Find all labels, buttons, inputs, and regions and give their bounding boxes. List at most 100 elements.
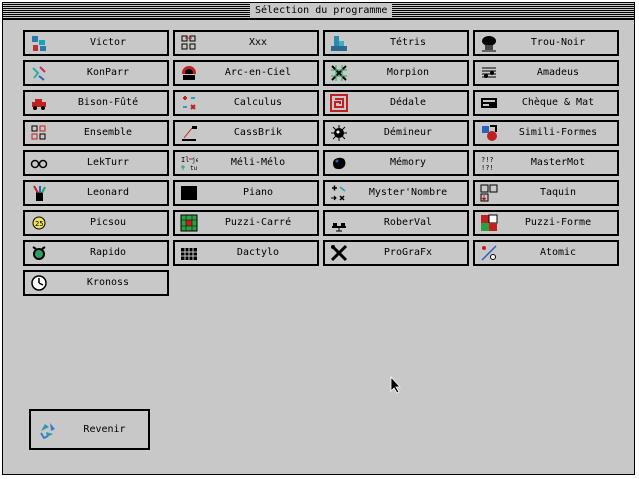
trou-noir-icon (482, 36, 496, 52)
program-button-memory[interactable]: Mémory (323, 150, 469, 176)
rapido-icon (32, 246, 46, 260)
program-label: Picsou (89, 217, 127, 228)
program-button-simili-formes[interactable]: Simili-Formes (473, 120, 619, 146)
program-button-konparr[interactable]: KonParr (23, 60, 169, 86)
lekturr-icon (30, 159, 48, 169)
program-button-piano[interactable]: Piano (173, 180, 319, 206)
program-label: RoberVal (383, 217, 433, 228)
program-label: Arc-en-Ciel (224, 67, 292, 78)
program-button-picsou[interactable]: 25 Picsou (23, 210, 169, 236)
program-button-taquin[interactable]: Taquin (473, 180, 619, 206)
xxx-icon (181, 35, 196, 50)
program-label: ProGraFx (383, 247, 433, 258)
program-button-tetris[interactable]: Tétris (323, 30, 469, 56)
svg-text:tu: tu (190, 165, 198, 172)
calculus-icon (183, 96, 196, 110)
program-label: Xxx (248, 37, 268, 48)
program-button-meli-melo[interactable]: Il je tu Méli-Mélo (173, 150, 319, 176)
program-button-lekturr[interactable]: LekTurr (23, 150, 169, 176)
program-button-bison-fute[interactable]: Bison-Fûté (23, 90, 169, 116)
program-label: Puzzi-Forme (524, 217, 592, 228)
meli-melo-icon: Il jetu (181, 156, 198, 172)
program-label: Piano (242, 187, 274, 198)
victor-icon (32, 36, 46, 51)
svg-text:je: je (192, 157, 198, 164)
program-label: Tétris (389, 37, 427, 48)
program-label: MasterMot (530, 157, 586, 168)
revenir-button[interactable]: Revenir (29, 409, 150, 450)
program-button-kronoss[interactable]: Kronoss (23, 270, 169, 296)
program-button-puzzi-carre[interactable]: Puzzi-Carré (173, 210, 319, 236)
program-label: Victor (89, 37, 127, 48)
program-label: Morpion (386, 67, 430, 78)
program-label: Puzzi-Carré (224, 217, 292, 228)
atomic-icon (481, 245, 497, 261)
tetris-icon (331, 36, 347, 51)
program-label: Démineur (383, 127, 433, 138)
program-label: Myster'Nombre (368, 187, 448, 198)
program-button-xxx[interactable]: Xxx (173, 30, 319, 56)
leonard-icon (33, 185, 46, 201)
svg-text:!?!: !?! (481, 164, 494, 172)
program-button-dedale[interactable]: Dédale (323, 90, 469, 116)
piano-icon (181, 186, 197, 200)
roberval-icon (332, 223, 346, 232)
kronoss-icon (31, 275, 47, 291)
myster-nombre-icon (331, 185, 346, 201)
bison-fute-icon (32, 99, 46, 110)
program-button-cheque-mat[interactable]: Chèque & Mat (473, 90, 619, 116)
svg-text:?!?: ?!? (481, 156, 494, 164)
program-button-dactylo[interactable]: Dactylo (173, 240, 319, 266)
program-button-amadeus[interactable]: Amadeus (473, 60, 619, 86)
program-button-victor[interactable]: Victor (23, 30, 169, 56)
program-button-ensemble[interactable]: Ensemble (23, 120, 169, 146)
recycle-icon (40, 423, 55, 440)
window-title: Sélection du programme (250, 4, 393, 18)
svg-text:25: 25 (35, 220, 43, 228)
program-button-mastermot[interactable]: ?!?!?! MasterMot (473, 150, 619, 176)
memory-icon (333, 157, 346, 170)
arc-en-ciel-icon (181, 66, 197, 81)
program-button-cassbrik[interactable]: CassBrik (173, 120, 319, 146)
program-button-leonard[interactable]: Leonard (23, 180, 169, 206)
program-button-roberval[interactable]: RoberVal (323, 210, 469, 236)
program-label: Méli-Mélo (230, 157, 286, 168)
program-label: Atomic (539, 247, 577, 258)
taquin-icon (480, 184, 498, 202)
program-label: Leonard (86, 187, 130, 198)
cassbrik-icon (182, 126, 197, 141)
program-button-morpion[interactable]: Morpion (323, 60, 469, 86)
picsou-icon: 25 (32, 216, 46, 230)
program-label: Trou-Noir (530, 37, 586, 48)
program-label: Amadeus (536, 67, 580, 78)
program-button-atomic[interactable]: Atomic (473, 240, 619, 266)
mastermot-icon: ?!?!?! (481, 156, 494, 172)
cheque-mat-icon (481, 98, 497, 108)
program-label: LekTurr (86, 157, 130, 168)
program-button-demineur[interactable]: Démineur (323, 120, 469, 146)
program-button-calculus[interactable]: Calculus (173, 90, 319, 116)
program-label: Mémory (389, 157, 427, 168)
program-label: Taquin (539, 187, 577, 198)
program-label: CassBrik (233, 127, 283, 138)
dactylo-icon (181, 248, 197, 260)
puzzi-carre-icon (180, 214, 198, 232)
amadeus-icon (482, 67, 496, 78)
program-button-arc-en-ciel[interactable]: Arc-en-Ciel (173, 60, 319, 86)
program-button-prografx[interactable]: ProGraFx (323, 240, 469, 266)
program-label: Simili-Formes (518, 127, 598, 138)
program-label: Rapido (89, 247, 127, 258)
program-label: Calculus (233, 97, 283, 108)
program-button-puzzi-forme[interactable]: Puzzi-Forme (473, 210, 619, 236)
morpion-icon (331, 65, 347, 81)
mouse-cursor (390, 376, 401, 394)
program-button-rapido[interactable]: Rapido (23, 240, 169, 266)
simili-formes-icon (482, 125, 497, 141)
prografx-icon (330, 244, 348, 262)
puzzi-forme-icon (481, 214, 498, 231)
program-button-myster-nombre[interactable]: Myster'Nombre (323, 180, 469, 206)
konparr-icon (31, 65, 47, 81)
program-button-trou-noir[interactable]: Trou-Noir (473, 30, 619, 56)
program-label: Dactylo (236, 247, 280, 258)
demineur-icon (331, 125, 347, 141)
